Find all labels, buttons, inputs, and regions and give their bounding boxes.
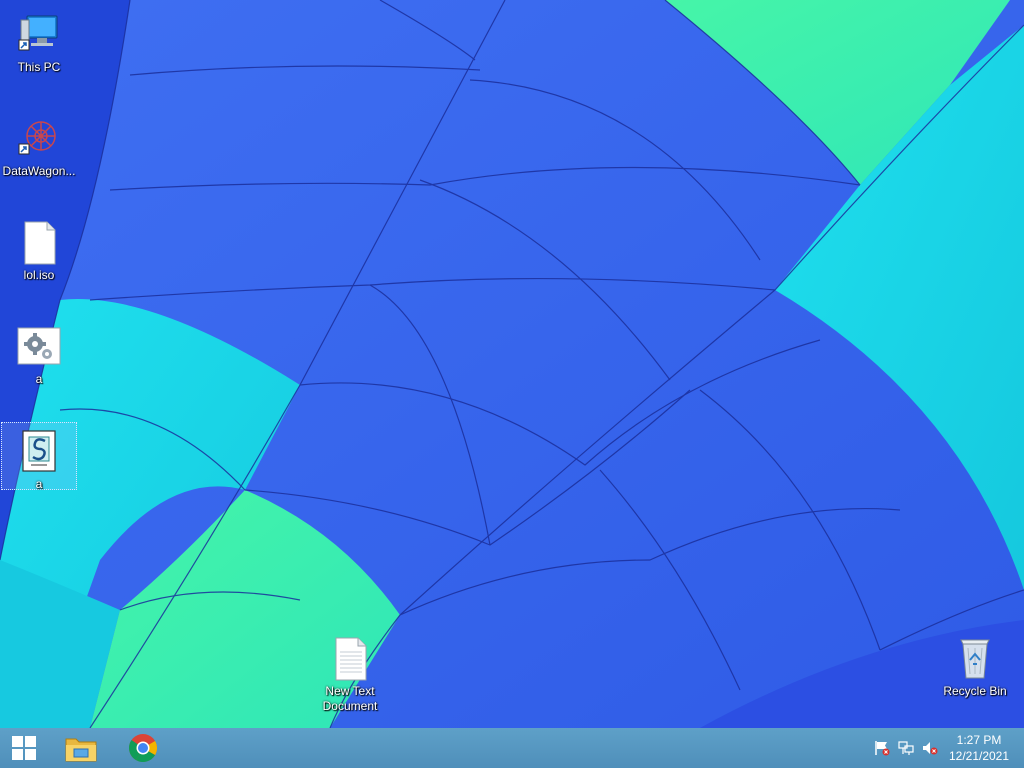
- settings-file-icon: [15, 322, 63, 370]
- desktop-icon-this-pc[interactable]: This PC: [1, 6, 77, 75]
- clock-time: 1:27 PM: [956, 733, 1002, 747]
- file-explorer-button[interactable]: [57, 728, 105, 768]
- desktop-icon-lol-iso[interactable]: lol.iso: [1, 214, 77, 283]
- taskbar-clock[interactable]: 1:27 PM 12/21/2021: [944, 732, 1014, 764]
- desktop-icon-label: DataWagon...: [2, 164, 76, 178]
- chrome-icon: [128, 734, 157, 762]
- start-icon: [12, 736, 36, 760]
- file-explorer-icon: [65, 738, 97, 762]
- datawagon-icon: [15, 114, 63, 162]
- recycle-bin-icon: [951, 634, 999, 682]
- desktop-icon-label: Recycle Bin: [943, 684, 1007, 698]
- action-center-flag-icon[interactable]: [874, 740, 890, 756]
- this-pc-icon: [15, 10, 63, 58]
- desktop-icon-label: This PC: [17, 60, 61, 74]
- start-button[interactable]: [0, 728, 48, 768]
- script-file-icon: [15, 427, 63, 475]
- desktop-icon-a-script[interactable]: a: [1, 422, 77, 491]
- desktop-icon-label: lol.iso: [23, 268, 55, 282]
- desktop-icon-recycle-bin[interactable]: Recycle Bin: [937, 630, 1013, 699]
- network-icon[interactable]: [898, 740, 914, 756]
- desktop-icon-label: a: [35, 477, 43, 491]
- file-icon: [15, 218, 63, 266]
- desktop-icon-label: New Text Document: [322, 684, 378, 713]
- desktop-icon-datawagon[interactable]: DataWagon...: [1, 110, 77, 179]
- desktop-icon-new-text-document[interactable]: New Text Document: [312, 630, 388, 714]
- text-document-icon: [326, 634, 374, 682]
- desktop[interactable]: This PC DataWagon... lol.iso a a New Tex…: [0, 0, 1024, 728]
- taskbar: 1:27 PM 12/21/2021: [0, 728, 1024, 768]
- clock-date: 12/21/2021: [948, 749, 1010, 763]
- desktop-icon-label: a: [35, 372, 43, 386]
- chrome-button[interactable]: [119, 728, 167, 768]
- wallpaper: [0, 0, 1024, 728]
- desktop-icon-a-settings[interactable]: a: [1, 318, 77, 387]
- volume-muted-icon[interactable]: [922, 740, 938, 756]
